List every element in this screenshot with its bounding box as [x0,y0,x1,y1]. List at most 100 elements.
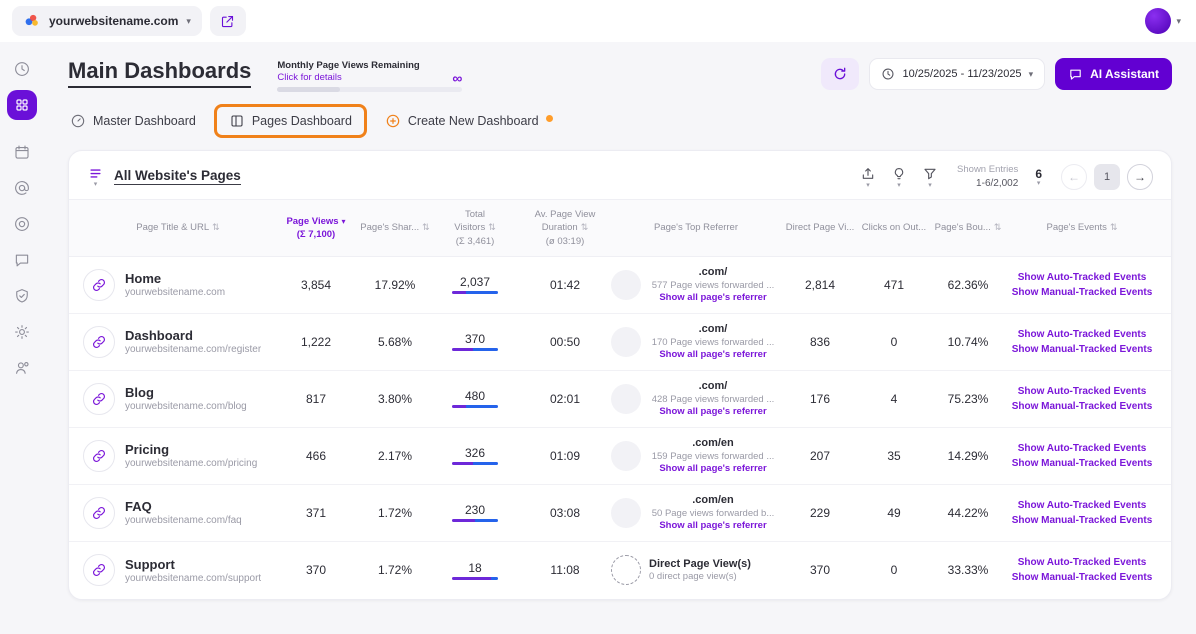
tab-pages-dashboard[interactable]: Pages Dashboard [214,104,367,138]
referrer-detail: 428 Page views forwarded ... [649,394,777,407]
website-selector[interactable]: yourwebsitename.com ▾ [12,6,202,36]
referrer-name: .com/en [649,493,777,508]
table-view-selector[interactable]: ▾ [87,166,104,188]
visitors-bar-blue [473,348,498,351]
chevron-down-icon: ▾ [94,181,98,188]
link-icon [92,335,106,349]
show-manual-tracked-events-link[interactable]: Show Manual-Tracked Events [1012,515,1153,526]
pages-icon [229,113,245,129]
column-header-page-views[interactable]: Page Views▾ (Σ 7,100) [273,215,359,242]
column-header-referrer[interactable]: Page's Top Referrer [611,221,781,234]
visitors-bar-purple [452,348,473,351]
gear-icon [13,323,31,341]
table-body: Home yourwebsitename.com 3,854 17.92% 2,… [69,257,1171,599]
insights-button[interactable]: ▾ [891,166,907,189]
total-visitors-value: 2,037 [460,275,490,289]
show-manual-tracked-events-link[interactable]: Show Manual-Tracked Events [1012,401,1153,412]
page-link-button[interactable] [83,383,115,415]
column-header-clicks-out[interactable]: Clicks on Out... [859,221,929,234]
export-button[interactable]: ▾ [860,166,876,189]
column-header-title[interactable]: Page Title & URL⇅ [83,221,273,234]
ai-assistant-button[interactable]: AI Assistant [1055,58,1172,90]
table-row: Support yourwebsitename.com/support 370 … [69,542,1171,599]
sidebar-item-settings[interactable] [7,317,37,347]
date-range-value: 10/25/2025 - 11/23/2025 [902,68,1021,80]
refresh-button[interactable] [821,58,859,90]
sort-icon: ⇅ [422,222,430,232]
sidebar-item-dashboards[interactable] [7,90,37,120]
page-link-button[interactable] [83,326,115,358]
show-auto-tracked-events-link[interactable]: Show Auto-Tracked Events [1018,500,1147,511]
show-auto-tracked-events-link[interactable]: Show Auto-Tracked Events [1018,443,1147,454]
tab-create-new-dashboard[interactable]: Create New Dashboard [383,106,555,136]
clicks-out-value: 471 [859,278,929,292]
quota-details-link[interactable]: Click for details [277,72,341,83]
column-header-duration[interactable]: Av. Page View Duration⇅ (ø 03:19) [519,208,611,248]
column-header-share[interactable]: Page's Shar...⇅ [359,221,431,234]
column-header-events[interactable]: Page's Events⇅ [1007,221,1157,234]
sidebar-item-goals[interactable] [7,209,37,239]
referrer-show-all-link[interactable]: Show all page's referrer [649,463,777,476]
page-link-button[interactable] [83,269,115,301]
visitors-bar-purple [452,405,466,408]
show-manual-tracked-events-link[interactable]: Show Manual-Tracked Events [1012,458,1153,469]
table-row: Pricing yourwebsitename.com/pricing 466 … [69,428,1171,485]
topbar: yourwebsitename.com ▾ ▾ [0,0,1196,42]
show-auto-tracked-events-link[interactable]: Show Auto-Tracked Events [1018,557,1147,568]
chevron-down-icon: ▾ [1029,70,1034,79]
show-auto-tracked-events-link[interactable]: Show Auto-Tracked Events [1018,272,1147,283]
clock-icon [881,67,895,81]
sort-icon: ⇅ [994,222,1002,232]
avg-duration-value: 01:09 [519,449,611,463]
user-menu[interactable]: ▾ [1142,5,1184,37]
tab-master-dashboard[interactable]: Master Dashboard [68,106,198,136]
column-header-direct-views[interactable]: Direct Page Vi... [781,221,859,234]
referrer-detail: 577 Page views forwarded ... [649,280,777,293]
direct-views-value: 2,814 [781,278,859,292]
referrer-avatar [611,441,641,471]
chevron-down-icon: ▾ [866,182,870,189]
tab-label: Create New Dashboard [408,114,539,128]
next-page-button[interactable]: → [1127,164,1153,190]
table-row: Home yourwebsitename.com 3,854 17.92% 2,… [69,257,1171,314]
page-views-value: 370 [273,563,359,577]
page-link-button[interactable] [83,440,115,472]
referrer-detail: 170 Page views forwarded ... [649,337,777,350]
gauge-icon [70,113,86,129]
open-website-button[interactable] [210,6,246,36]
column-header-bounce[interactable]: Page's Bou...⇅ [929,221,1007,234]
shown-entries-range: 1-6/2,002 [957,177,1018,190]
sidebar-item-calendar[interactable] [7,137,37,167]
avg-duration-value: 02:01 [519,392,611,406]
show-manual-tracked-events-link[interactable]: Show Manual-Tracked Events [1012,344,1153,355]
show-auto-tracked-events-link[interactable]: Show Auto-Tracked Events [1018,386,1147,397]
sidebar-item-feedback[interactable] [7,245,37,275]
page-share-value: 1.72% [359,506,431,520]
show-auto-tracked-events-link[interactable]: Show Auto-Tracked Events [1018,329,1147,340]
referrer-show-all-link[interactable]: Show all page's referrer [649,292,777,305]
lightbulb-icon [891,166,907,182]
filter-button[interactable]: ▾ [922,166,938,189]
page-link-button[interactable] [83,554,115,586]
referrer-name: .com/ [649,379,777,394]
date-range-picker[interactable]: 10/25/2025 - 11/23/2025 ▾ [869,58,1045,90]
sidebar-item-visitors[interactable] [7,173,37,203]
referrer-show-all-link[interactable]: Show all page's referrer [649,349,777,362]
referrer-show-all-link[interactable]: Show all page's referrer [649,520,777,533]
sidebar-item-account[interactable] [7,353,37,383]
show-manual-tracked-events-link[interactable]: Show Manual-Tracked Events [1012,287,1153,298]
page-title: Home [125,271,225,286]
page-link-button[interactable] [83,497,115,529]
chat-bubble-icon [13,251,31,269]
prev-page-button[interactable]: ← [1061,164,1087,190]
page-url: yourwebsitename.com/pricing [125,458,257,469]
sidebar-item-history[interactable] [7,54,37,84]
referrer-show-all-link[interactable]: Show all page's referrer [649,406,777,419]
page-size-select[interactable]: 6 ▾ [1035,168,1042,187]
sidebar-item-privacy[interactable] [7,281,37,311]
page-url: yourwebsitename.com/blog [125,401,247,412]
visitors-bar-purple [452,519,475,522]
column-header-visitors[interactable]: Total Visitors⇅ (Σ 3,461) [431,208,519,248]
visitors-bar [452,577,498,580]
show-manual-tracked-events-link[interactable]: Show Manual-Tracked Events [1012,572,1153,583]
